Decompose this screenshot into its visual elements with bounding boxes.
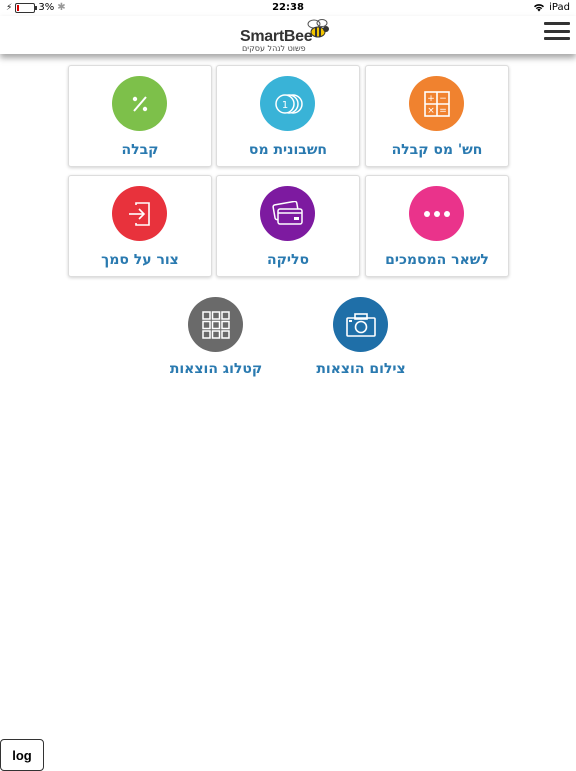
grid-icon bbox=[201, 310, 230, 339]
tile-clearing[interactable]: סליקה bbox=[216, 175, 360, 277]
log-button[interactable]: log bbox=[0, 739, 44, 771]
tile-circle bbox=[112, 186, 167, 241]
tile-tax-invoice-receipt[interactable]: + − × = חש' מס קבלה bbox=[365, 65, 509, 167]
menu-button[interactable] bbox=[544, 22, 570, 42]
smartbee-logo: SmartBee פשוט לנהל עסקים bbox=[238, 18, 338, 54]
tile-label: קבלה bbox=[121, 142, 159, 158]
calculator-icon: + − × = bbox=[423, 90, 450, 117]
tile-label: סליקה bbox=[266, 252, 310, 268]
coins-icon: 1 bbox=[274, 93, 303, 114]
tile-label: חש' מס קבלה bbox=[391, 142, 483, 158]
tile-tax-invoice[interactable]: 1 חשבונית מס bbox=[216, 65, 360, 167]
svg-text:+: + bbox=[427, 94, 435, 104]
tile-label: לשאר המסמכים bbox=[385, 252, 489, 268]
camera-icon bbox=[345, 312, 376, 337]
hamburger-icon bbox=[544, 22, 570, 25]
action-circle bbox=[188, 297, 243, 352]
svg-text:1: 1 bbox=[281, 100, 287, 111]
expense-photo-button[interactable]: צילום הוצאות bbox=[291, 297, 431, 382]
tile-label: חשבונית מס bbox=[248, 142, 328, 158]
status-time: 22:38 bbox=[272, 2, 304, 13]
svg-text:×: × bbox=[427, 106, 435, 116]
logo-slogan: פשוט לנהל עסקים bbox=[242, 44, 306, 53]
tile-label: צור על סמך bbox=[101, 252, 179, 268]
action-circle bbox=[333, 297, 388, 352]
svg-text:=: = bbox=[439, 106, 447, 116]
credit-card-icon bbox=[271, 200, 303, 225]
tile-receipt[interactable]: קבלה bbox=[68, 65, 212, 167]
tile-circle: + − × = bbox=[409, 76, 464, 131]
tile-circle bbox=[260, 186, 315, 241]
more-icon bbox=[423, 210, 450, 217]
expense-catalog-button[interactable]: קטלוג הוצאות bbox=[146, 297, 286, 382]
tile-circle bbox=[112, 76, 167, 131]
action-label: צילום הוצאות bbox=[316, 361, 406, 377]
tile-circle bbox=[409, 186, 464, 241]
tile-create-based-on[interactable]: צור על סמך bbox=[68, 175, 212, 277]
svg-text:−: − bbox=[439, 94, 447, 104]
tile-other-documents[interactable]: לשאר המסמכים bbox=[365, 175, 509, 277]
app-header: SmartBee פשוט לנהל עסקים bbox=[0, 16, 576, 54]
tile-circle: 1 bbox=[260, 76, 315, 131]
bee-icon bbox=[307, 19, 329, 38]
wifi-icon bbox=[534, 4, 545, 12]
status-bar: ⚡ 3% ✱ 22:38 iPad bbox=[0, 0, 576, 16]
export-icon bbox=[128, 201, 150, 226]
action-label: קטלוג הוצאות bbox=[169, 361, 263, 377]
percent-icon bbox=[132, 95, 147, 112]
device-name: iPad bbox=[549, 2, 570, 13]
